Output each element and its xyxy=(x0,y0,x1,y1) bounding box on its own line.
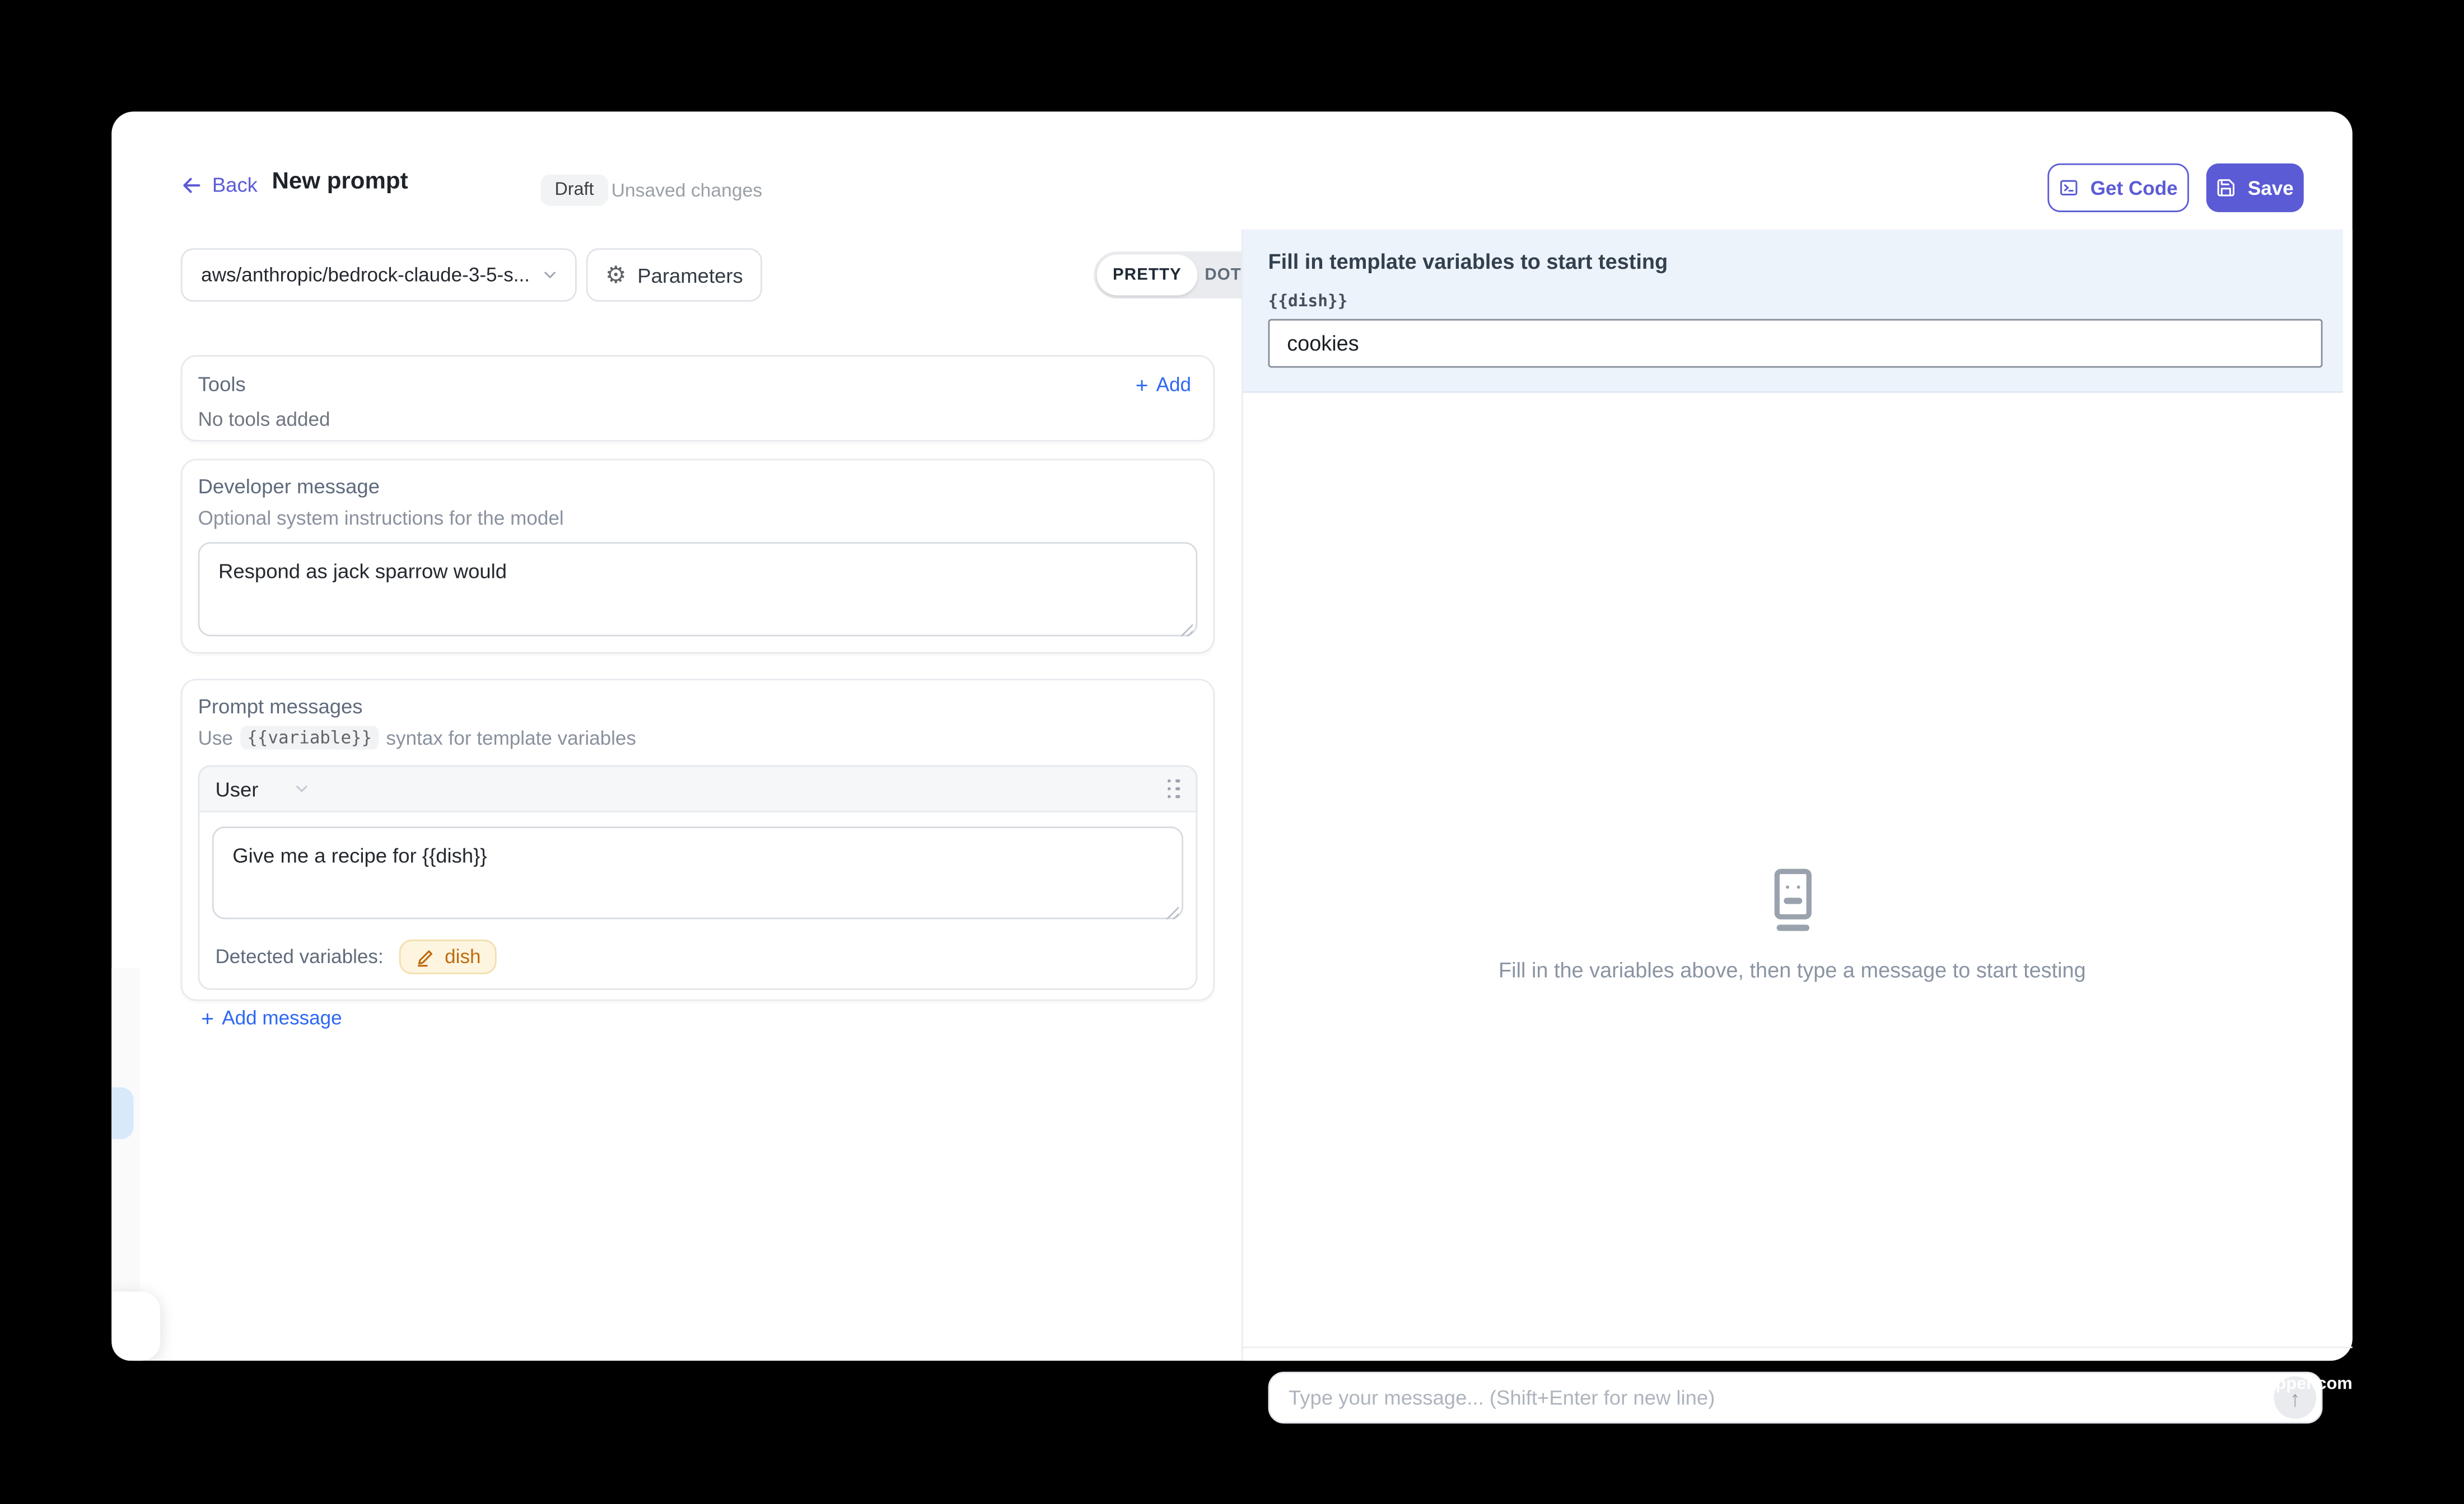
template-variables-panel: Fill in template variables to start test… xyxy=(1243,230,2343,393)
left-corner-panel xyxy=(111,1292,160,1361)
message-body: Give me a recipe for {{dish}} Detected v… xyxy=(199,812,1196,988)
prompt-messages-card: Prompt messages Use {{variable}} syntax … xyxy=(181,679,1215,1001)
back-label: Back xyxy=(212,173,258,197)
save-icon xyxy=(2216,178,2237,198)
detected-variables-label: Detected variables: xyxy=(215,946,383,968)
save-label: Save xyxy=(2248,177,2294,199)
tools-header: Tools + Add xyxy=(198,372,1191,396)
developer-message-label: Developer message xyxy=(198,474,1198,498)
prompt-messages-label: Prompt messages xyxy=(198,694,1198,718)
prompt-syntax-hint: Use {{variable}} syntax for template var… xyxy=(198,726,1198,749)
variable-syntax-chip: {{variable}} xyxy=(241,726,378,749)
tools-card: Tools + Add No tools added xyxy=(181,355,1215,441)
app-window: Back New prompt Draft Unsaved changes Ge… xyxy=(111,111,2353,1361)
status-badge: Draft xyxy=(540,174,608,205)
screenshot-credit: Screenshot by Xnapper.com xyxy=(0,1375,2353,1394)
terminal-icon xyxy=(2059,178,2079,198)
chevron-down-icon[interactable] xyxy=(293,779,312,798)
add-tool-button[interactable]: + Add xyxy=(1136,373,1191,395)
dish-variable-label: {{dish}} xyxy=(1268,292,1348,311)
add-tool-label: Add xyxy=(1156,373,1191,395)
unsaved-changes-note: Unsaved changes xyxy=(612,179,763,201)
detected-variables-row: Detected variables: dish xyxy=(212,927,1183,978)
get-code-label: Get Code xyxy=(2090,177,2178,199)
screenshot-canvas: Back New prompt Draft Unsaved changes Ge… xyxy=(0,0,2464,1504)
dish-variable-input[interactable] xyxy=(1268,319,2323,368)
role-select-value[interactable]: User xyxy=(215,777,258,801)
back-button[interactable]: Back xyxy=(181,173,258,197)
add-message-button[interactable]: + Add message xyxy=(201,1007,1197,1029)
developer-message-hint: Optional system instructions for the mod… xyxy=(198,507,1198,529)
plus-icon: + xyxy=(1136,373,1149,395)
chevron-down-icon xyxy=(540,265,559,284)
robot-icon xyxy=(1759,864,1825,936)
test-panel: Fill in template variables to start test… xyxy=(1242,230,2353,1361)
add-message-label: Add message xyxy=(222,1007,342,1029)
hint-suffix: syntax for template variables xyxy=(386,727,636,749)
message-textarea-wrap: Give me a recipe for {{dish}} xyxy=(212,826,1183,927)
empty-state-text: Fill in the variables above, then type a… xyxy=(1499,959,2086,982)
toggle-pretty[interactable]: PRETTY xyxy=(1097,255,1198,296)
hint-prefix: Use xyxy=(198,727,233,749)
message-block: User Give me a recipe for {{dish}} xyxy=(198,765,1198,990)
user-message-textarea[interactable]: Give me a recipe for {{dish}} xyxy=(212,826,1183,919)
pencil-icon xyxy=(415,947,435,967)
message-role-header: User xyxy=(199,767,1196,812)
developer-message-textarea[interactable]: Respond as jack sparrow would xyxy=(198,542,1198,636)
variable-badge-label: dish xyxy=(445,946,480,968)
model-select[interactable]: aws/anthropic/bedrock-claude-3-5-s... xyxy=(181,248,577,301)
stage: Back New prompt Draft Unsaved changes Ge… xyxy=(0,0,2464,1503)
page-title: New prompt xyxy=(272,168,408,195)
save-button[interactable]: Save xyxy=(2206,164,2304,212)
arrow-left-icon xyxy=(181,174,203,195)
get-code-button[interactable]: Get Code xyxy=(2047,164,2189,212)
chat-divider xyxy=(1243,1347,2353,1348)
plus-icon: + xyxy=(201,1007,214,1029)
tools-empty-text: No tools added xyxy=(198,409,1191,431)
developer-textarea-wrap: Respond as jack sparrow would xyxy=(198,542,1198,644)
tools-label: Tools xyxy=(198,372,246,396)
variable-badge-dish[interactable]: dish xyxy=(399,940,497,974)
template-variables-title: Fill in template variables to start test… xyxy=(1268,250,1668,273)
left-scroll-thumb[interactable] xyxy=(111,1087,133,1139)
model-select-value: aws/anthropic/bedrock-claude-3-5-s... xyxy=(201,264,540,286)
parameters-label: Parameters xyxy=(637,263,743,287)
drag-handle-icon[interactable] xyxy=(1167,779,1180,799)
chat-empty-state: Fill in the variables above, then type a… xyxy=(1243,864,2341,982)
header: Back New prompt Draft Unsaved changes Ge… xyxy=(111,111,2353,229)
developer-message-card: Developer message Optional system instru… xyxy=(181,459,1215,653)
gear-icon: ⚙ xyxy=(605,263,627,287)
parameters-button[interactable]: ⚙ Parameters xyxy=(586,248,762,301)
